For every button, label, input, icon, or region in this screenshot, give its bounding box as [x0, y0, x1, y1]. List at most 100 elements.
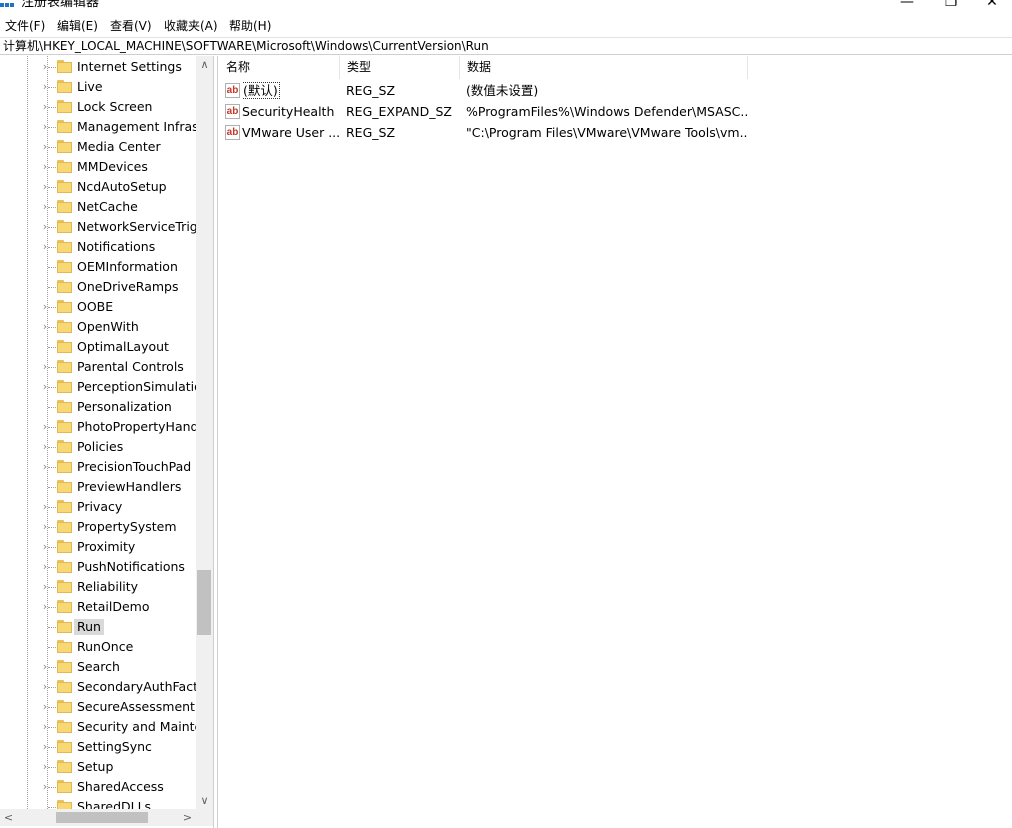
column-header-name[interactable]: 名称: [219, 56, 340, 79]
menu-favorites[interactable]: 收藏夹(A): [164, 17, 218, 35]
tree-item[interactable]: OEMInformation: [0, 257, 196, 277]
column-header-data[interactable]: 数据: [460, 56, 748, 79]
folder-icon: [57, 680, 72, 693]
tree-item[interactable]: › Security and Mainter: [0, 717, 196, 737]
tree-connector: [48, 707, 56, 708]
tree-connector: [48, 87, 56, 88]
tree-item[interactable]: › Live: [0, 77, 196, 97]
registry-tree[interactable]: › Internet Settings › Live › Lock Screen › Mana…: [0, 56, 196, 809]
tree-item[interactable]: › NetworkServiceTrigg: [0, 217, 196, 237]
tree-item[interactable]: › SecureAssessment: [0, 697, 196, 717]
value-data: "C:\Program Files\VMware\VMware Tools\vm…: [466, 125, 748, 140]
tree-item[interactable]: › Management Infrast: [0, 117, 196, 137]
tree-item[interactable]: › Internet Settings: [0, 57, 196, 77]
tree-item-label: Personalization: [77, 399, 172, 414]
tree-horizontal-scrollbar[interactable]: < >: [0, 809, 213, 826]
folder-icon: [57, 200, 72, 213]
menu-help[interactable]: 帮助(H): [229, 17, 271, 35]
tree-item[interactable]: OneDriveRamps: [0, 277, 196, 297]
tree-item[interactable]: › Reliability: [0, 577, 196, 597]
menu-file[interactable]: 文件(F): [5, 17, 45, 35]
tree-item[interactable]: › OpenWith: [0, 317, 196, 337]
scroll-left-icon[interactable]: <: [0, 809, 17, 826]
tree-connector: [48, 207, 56, 208]
list-row[interactable]: ab (默认) REG_SZ (数值未设置): [219, 80, 748, 101]
maximize-button[interactable]: ❐: [928, 0, 974, 13]
folder-icon: [57, 600, 72, 613]
menu-edit[interactable]: 编辑(E): [57, 17, 98, 35]
tree-item[interactable]: › Policies: [0, 437, 196, 457]
tree-item[interactable]: › PropertySystem: [0, 517, 196, 537]
tree-item[interactable]: › Setup: [0, 757, 196, 777]
tree-connector: [48, 107, 56, 108]
title-bar: 注册表编辑器 — ❐ ✕: [0, 0, 1012, 14]
tree-item-label: NetworkServiceTrigg: [77, 219, 196, 234]
tree-item[interactable]: › Privacy: [0, 497, 196, 517]
tree-item[interactable]: › Lock Screen: [0, 97, 196, 117]
tree-item[interactable]: › Proximity: [0, 537, 196, 557]
tree-connector: [48, 427, 56, 428]
tree-item[interactable]: ›PerceptionSimulation: [0, 377, 196, 397]
tree-item[interactable]: OptimalLayout: [0, 337, 196, 357]
tree-item[interactable]: › SettingSync: [0, 737, 196, 757]
tree-item[interactable]: SharedDLLs: [0, 797, 196, 809]
tree-item[interactable]: › NetCache: [0, 197, 196, 217]
tree-item[interactable]: RunOnce: [0, 637, 196, 657]
tree-item[interactable]: Personalization: [0, 397, 196, 417]
value-name: (默认): [242, 82, 280, 99]
tree-item-label: Management Infrast: [77, 119, 196, 134]
folder-icon: [57, 720, 72, 733]
list-row[interactable]: ab SecurityHealth REG_EXPAND_SZ %Program…: [219, 101, 748, 122]
tree-item-label: PropertySystem: [77, 519, 177, 534]
minimize-button[interactable]: —: [884, 0, 930, 13]
tree-item[interactable]: Run: [0, 617, 196, 637]
tree-connector: [48, 627, 56, 628]
close-button[interactable]: ✕: [972, 0, 1012, 13]
tree-item[interactable]: › OOBE: [0, 297, 196, 317]
tree-item-label: Notifications: [77, 239, 156, 254]
tree-item[interactable]: › PrecisionTouchPad: [0, 457, 196, 477]
tree-item[interactable]: › PushNotifications: [0, 557, 196, 577]
folder-icon: [57, 320, 72, 333]
address-path[interactable]: 计算机\HKEY_LOCAL_MACHINE\SOFTWARE\Microsof…: [3, 39, 489, 54]
tree-item[interactable]: PreviewHandlers: [0, 477, 196, 497]
tree-vertical-scrollbar[interactable]: ∧ ∨: [196, 56, 213, 809]
list-header: 名称 类型 数据: [219, 56, 748, 79]
tree-item-label: Privacy: [77, 499, 123, 514]
value-data: (数值未设置): [466, 83, 539, 98]
tree-connector: [48, 227, 56, 228]
tree-item[interactable]: › PhotoPropertyHandl: [0, 417, 196, 437]
value-type: REG_SZ: [346, 125, 396, 140]
scroll-down-icon[interactable]: ∨: [196, 792, 213, 809]
tree-item[interactable]: › RetailDemo: [0, 597, 196, 617]
tree-connector: [48, 167, 56, 168]
column-header-type[interactable]: 类型: [340, 56, 460, 79]
scroll-thumb[interactable]: [197, 570, 211, 635]
tree-item[interactable]: › NcdAutoSetup: [0, 177, 196, 197]
tree-item[interactable]: › MMDevices: [0, 157, 196, 177]
tree-item-label: MMDevices: [77, 159, 148, 174]
address-bar[interactable]: 计算机\HKEY_LOCAL_MACHINE\SOFTWARE\Microsof…: [0, 37, 1012, 55]
scroll-up-icon[interactable]: ∧: [196, 56, 213, 73]
tree-connector: [48, 567, 56, 568]
tree-item-label: Live: [77, 79, 103, 94]
tree-connector: [48, 647, 56, 648]
scroll-right-icon[interactable]: >: [179, 809, 196, 826]
tree-item-label: Security and Mainter: [77, 719, 196, 734]
scroll-thumb-horizontal[interactable]: [56, 812, 148, 823]
tree-item[interactable]: › SecondaryAuthFacto: [0, 677, 196, 697]
tree-connector: [48, 287, 56, 288]
tree-item[interactable]: › SharedAccess: [0, 777, 196, 797]
values-list[interactable]: 名称 类型 数据 ab (默认) REG_SZ (数值未设置) ab Secur…: [219, 56, 1012, 828]
tree-connector: [48, 587, 56, 588]
tree-item[interactable]: › Search: [0, 657, 196, 677]
tree-connector: [48, 807, 56, 808]
tree-item[interactable]: › Media Center: [0, 137, 196, 157]
list-row[interactable]: ab VMware User ... REG_SZ "C:\Program Fi…: [219, 122, 748, 143]
tree-connector: [48, 767, 56, 768]
pane-splitter[interactable]: [213, 56, 218, 828]
menu-view[interactable]: 查看(V): [110, 17, 152, 35]
tree-connector: [48, 467, 56, 468]
tree-item[interactable]: › Notifications: [0, 237, 196, 257]
tree-item[interactable]: › Parental Controls: [0, 357, 196, 377]
